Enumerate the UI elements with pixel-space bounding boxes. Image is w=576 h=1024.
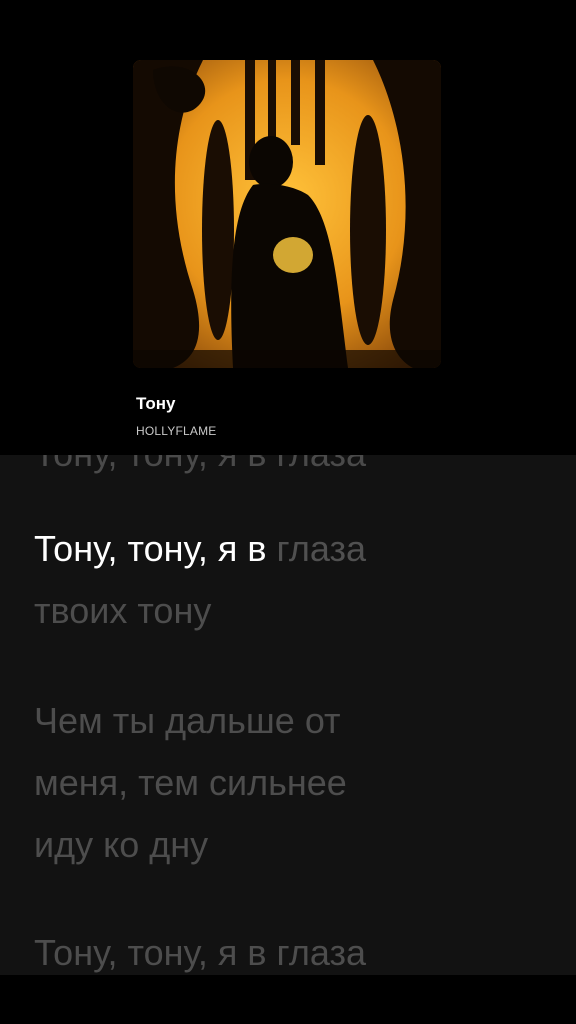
track-artist[interactable]: HOLLYFLAME — [136, 424, 216, 438]
player-header: Тону HOLLYFLAME — [0, 0, 576, 455]
lyric-line-2a[interactable]: Чем ты дальше от — [34, 695, 534, 747]
lyric-line-2b[interactable]: меня, тем сильнее — [34, 757, 534, 809]
lyric-line-2c[interactable]: иду ко дну — [34, 819, 534, 871]
lyric-line-continuation[interactable]: твоих тону — [34, 585, 534, 637]
track-title: Тону — [136, 394, 176, 413]
lyric-line-3[interactable]: Тону, тону, я в глаза — [34, 927, 534, 975]
lyric-unsung-text: глаза — [276, 528, 367, 569]
lyrics-panel[interactable]: Тону, тону, я в глаза Тону, тону, я в гл… — [0, 455, 576, 975]
bottom-bar — [0, 975, 576, 1024]
album-art-image — [133, 60, 441, 368]
previous-lyric-line: Тону, тону, я в глаза — [0, 455, 576, 477]
lyric-sung-text: Тону, тону, я в — [34, 528, 277, 569]
lyric-line-active[interactable]: Тону, тону, я в глаза — [34, 523, 534, 575]
album-cover[interactable] — [133, 60, 441, 368]
